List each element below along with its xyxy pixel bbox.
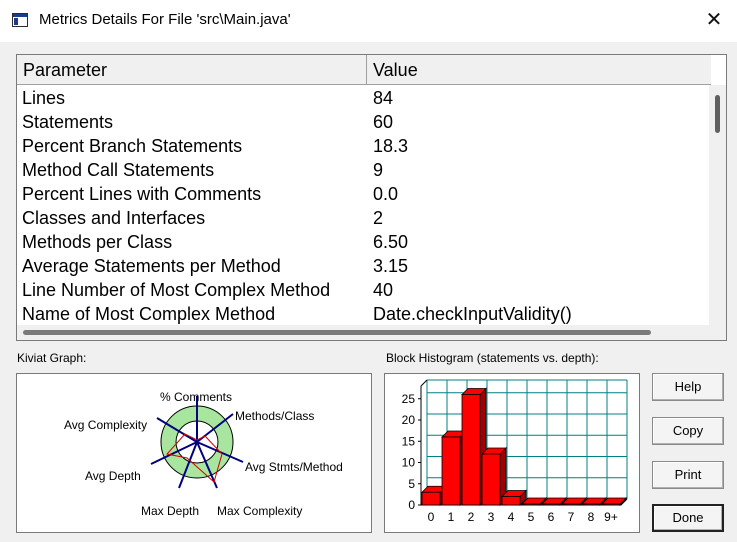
x-tick-label: 7	[568, 510, 575, 524]
value-cell: 0.0	[373, 184, 399, 204]
kiviat-label-avg-depth: Avg Depth	[85, 469, 141, 483]
table-row[interactable]: Method Call Statements 9	[17, 158, 711, 182]
table-row[interactable]: Lines 84	[17, 86, 711, 110]
kiviat-label: Kiviat Graph:	[17, 351, 87, 365]
vertical-scrollbar[interactable]	[709, 85, 726, 325]
x-tick-label: 8	[588, 510, 595, 524]
close-icon[interactable]: ✕	[703, 9, 725, 31]
title-bar: Metrics Details For File 'src\Main.java'…	[0, 0, 737, 42]
axis-corner-top	[420, 379, 428, 387]
kiviat-panel: % Comments Methods/Class Avg Stmts/Metho…	[16, 373, 372, 533]
parameter-cell: Method Call Statements	[22, 160, 215, 180]
horizontal-scroll-thumb[interactable]	[23, 330, 651, 335]
kiviat-label-avg-complexity: Avg Complexity	[64, 418, 147, 432]
metrics-table[interactable]: Parameter Value Lines 84 Statements 60 Perce…	[16, 54, 727, 341]
table-body: Lines 84 Statements 60 Percent Branch Statem…	[17, 86, 711, 326]
x-tick-label: 0	[428, 510, 435, 524]
kiviat-label-comments: % Comments	[160, 390, 232, 404]
x-tick-label: 3	[488, 510, 495, 524]
value-cell: 3.15	[373, 256, 409, 276]
table-row[interactable]: Average Statements per Method 3.15	[17, 254, 711, 278]
value-cell: 84	[373, 88, 394, 108]
histogram-bar	[521, 503, 541, 506]
y-tick-label: 10	[402, 456, 416, 470]
y-tick-label: 15	[402, 434, 416, 448]
histogram-panel: 0 5 10 15 20 25 0 1 2 3 4 5 6 7 8 9+	[384, 373, 640, 533]
table-row[interactable]: Name of Most Complex Method Date.checkInp…	[17, 302, 711, 326]
block-histogram: 05101520250 1 2 3 4 5 6 7 8 9+	[402, 379, 628, 524]
x-tick-label: 2	[468, 510, 475, 524]
table-row[interactable]: Classes and Interfaces 2	[17, 206, 711, 230]
table-header: Parameter Value	[17, 55, 711, 85]
parameter-cell: Methods per Class	[22, 232, 173, 252]
y-tick-label: 0	[408, 498, 415, 512]
parameter-cell: Line Number of Most Complex Method	[22, 280, 331, 300]
column-header-value[interactable]: Value	[367, 55, 711, 85]
histogram-bar	[441, 436, 461, 506]
histogram-bar	[581, 503, 601, 506]
value-cell: 2	[373, 208, 384, 228]
histogram-bar	[421, 491, 441, 506]
horizontal-scrollbar[interactable]	[17, 325, 726, 340]
value-cell: 9	[373, 160, 384, 180]
histogram-bar	[601, 503, 621, 506]
histogram-bar	[461, 394, 481, 506]
x-tick-label: 6	[548, 510, 555, 524]
histogram-bar	[481, 453, 501, 506]
parameter-cell: Name of Most Complex Method	[22, 304, 276, 324]
y-tick-label: 5	[408, 477, 415, 491]
kiviat-label-avg-stmts: Avg Stmts/Method	[245, 460, 343, 474]
help-button[interactable]: Help	[652, 373, 724, 401]
x-tick-label: 1	[448, 510, 455, 524]
table-row[interactable]: Percent Lines with Comments 0.0	[17, 182, 711, 206]
value-cell: 6.50	[373, 232, 409, 252]
value-cell: 60	[373, 112, 394, 132]
kiviat-label-max-depth: Max Depth	[141, 504, 199, 518]
parameter-cell: Percent Branch Statements	[22, 136, 243, 156]
table-row[interactable]: Line Number of Most Complex Method 40	[17, 278, 711, 302]
parameter-cell: Average Statements per Method	[22, 256, 281, 276]
window-icon	[12, 13, 28, 27]
kiviat-label-methods-class: Methods/Class	[235, 409, 314, 423]
parameter-cell: Classes and Interfaces	[22, 208, 206, 228]
x-tick-label: 4	[508, 510, 515, 524]
value-cell: Date.checkInputValidity()	[373, 304, 572, 324]
parameter-cell: Percent Lines with Comments	[22, 184, 262, 204]
vertical-scroll-thumb[interactable]	[715, 95, 720, 133]
value-cell: 40	[373, 280, 394, 300]
done-button[interactable]: Done	[652, 504, 724, 532]
kiviat-graph: % Comments Methods/Class Avg Stmts/Metho…	[64, 390, 343, 518]
x-tick-label: 9+	[604, 510, 618, 524]
table-row[interactable]: Statements 60	[17, 110, 711, 134]
value-cell: 18.3	[373, 136, 409, 156]
copy-button[interactable]: Copy	[652, 417, 724, 445]
y-tick-label: 25	[402, 392, 416, 406]
histogram-label: Block Histogram (statements vs. depth):	[386, 351, 599, 365]
table-row[interactable]: Percent Branch Statements 18.3	[17, 134, 711, 158]
histogram-bar	[561, 503, 581, 506]
kiviat-label-max-complexity: Max Complexity	[217, 504, 302, 518]
histogram-bar	[541, 503, 561, 506]
parameter-cell: Lines	[22, 88, 66, 108]
table-row[interactable]: Methods per Class 6.50	[17, 230, 711, 254]
print-button[interactable]: Print	[652, 461, 724, 489]
window-title: Metrics Details For File 'src\Main.java'	[39, 11, 291, 28]
y-tick-label: 20	[402, 413, 416, 427]
x-tick-label: 5	[528, 510, 535, 524]
parameter-cell: Statements	[22, 112, 114, 132]
histogram-bar	[501, 496, 521, 506]
column-header-parameter[interactable]: Parameter	[17, 55, 367, 85]
